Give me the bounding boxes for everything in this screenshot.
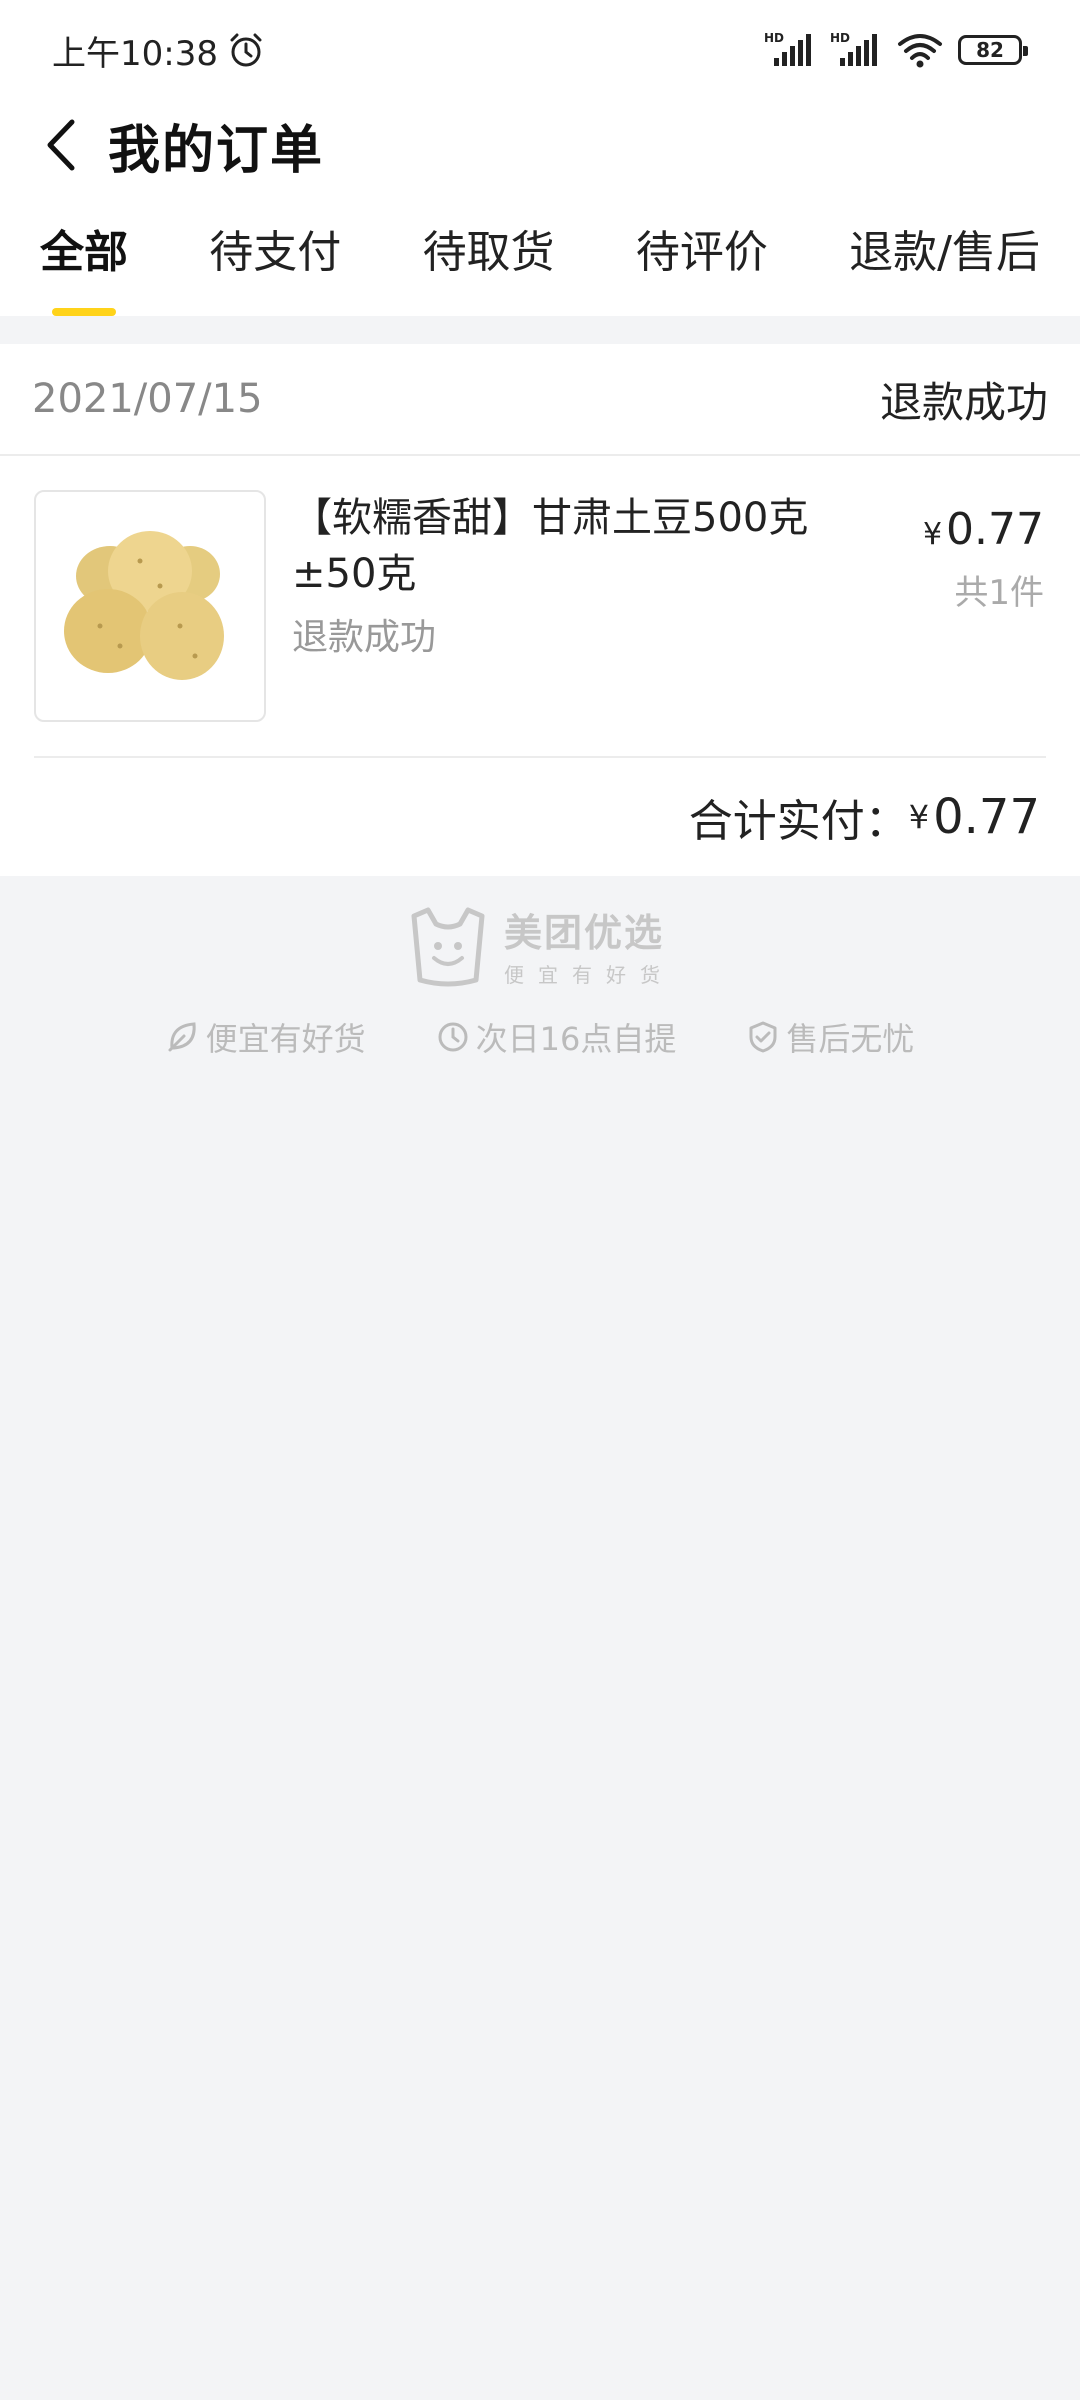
order-item[interactable]: 【软糯香甜】甘肃土豆500克±50克 退款成功 ¥0.77 共1件 (0, 456, 1080, 756)
total-currency: ¥ (908, 798, 930, 836)
tab-pending-review[interactable]: 待评价 (636, 190, 768, 316)
potato-image (64, 531, 224, 680)
feature-list: 便宜有好货 次日16点自提 售后无忧 (166, 1014, 914, 1060)
order-status: 退款成功 (879, 377, 1048, 427)
tab-pending-payment[interactable]: 待支付 (209, 190, 341, 316)
item-price: ¥0.77 (923, 504, 1044, 555)
bag-logo-icon (411, 907, 485, 987)
tab-all[interactable]: 全部 (40, 190, 128, 316)
item-refund-status: 退款成功 (292, 617, 437, 658)
top-section: 上午10:38 HD HD 82 我的订单 全部 待支付 待取货 待评价 退款/… (0, 0, 1080, 316)
signal-hd-icon-2: HD (830, 31, 877, 66)
battery-indicator: 82 (958, 35, 1028, 65)
header: 我的订单 (0, 100, 1080, 190)
alarm-icon (230, 33, 262, 67)
chevron-left-icon (47, 119, 75, 171)
tab-refund-aftersale[interactable]: 退款/售后 (849, 190, 1040, 316)
item-info: 【软糯香甜】甘肃土豆500克±50克 退款成功 (292, 490, 812, 720)
order-tabs: 全部 待支付 待取货 待评价 退款/售后 (0, 190, 1080, 316)
order-header: 2021/07/15 退款成功 (0, 344, 1080, 456)
back-button[interactable] (44, 115, 88, 175)
total-label: 合计实付： (688, 796, 909, 847)
leaf-icon (168, 1022, 196, 1052)
feature-cheap: 便宜有好货 (166, 1014, 366, 1060)
feature-pickup: 次日16点自提 (436, 1014, 677, 1060)
tab-pending-pickup[interactable]: 待取货 (423, 190, 555, 316)
signal-hd-icon: HD (764, 31, 811, 66)
svg-text:HD: HD (830, 31, 850, 45)
price-value: 0.77 (946, 504, 1044, 555)
status-right: HD HD 82 (764, 30, 1028, 70)
order-total: 合计实付： ¥ 0.77 (0, 758, 1080, 876)
brand-text: 美团优选 便宜有好货 (504, 902, 674, 988)
order-card[interactable]: 2021/07/15 退款成功 【软糯香甜】甘肃土豆500克±50克 退款成功 (0, 344, 1080, 876)
brand-slogan: 便宜有好货 (504, 963, 674, 987)
product-image[interactable] (34, 490, 266, 722)
order-date: 2021/07/15 (32, 376, 263, 422)
svg-text:HD: HD (764, 31, 784, 45)
total-value: 0.77 (933, 789, 1040, 845)
status-left: 上午10:38 (52, 26, 266, 75)
page-title: 我的订单 (108, 120, 325, 181)
feature-label: 售后无忧 (786, 1020, 915, 1058)
status-time: 上午10:38 (52, 33, 218, 74)
wifi-icon (898, 34, 942, 68)
brand-logo: 美团优选 便宜有好货 (406, 902, 674, 988)
currency-symbol: ¥ (922, 517, 943, 552)
status-bar: 上午10:38 HD HD 82 (0, 0, 1080, 100)
item-price-column: ¥0.77 共1件 (923, 504, 1044, 614)
feature-label: 次日16点自提 (475, 1020, 677, 1058)
brand-name: 美团优选 (504, 911, 665, 955)
section-gap (0, 316, 1080, 344)
feature-aftersale: 售后无忧 (746, 1014, 914, 1060)
footer: 美团优选 便宜有好货 便宜有好货 次日16点自提 售后无忧 (0, 876, 1080, 1060)
battery-level: 82 (976, 38, 1004, 62)
product-name: 【软糯香甜】甘肃土豆500克±50克 (292, 495, 809, 597)
item-quantity: 共1件 (954, 573, 1044, 613)
clock-icon (438, 1022, 468, 1052)
feature-label: 便宜有好货 (205, 1020, 366, 1058)
shield-icon (749, 1021, 777, 1053)
